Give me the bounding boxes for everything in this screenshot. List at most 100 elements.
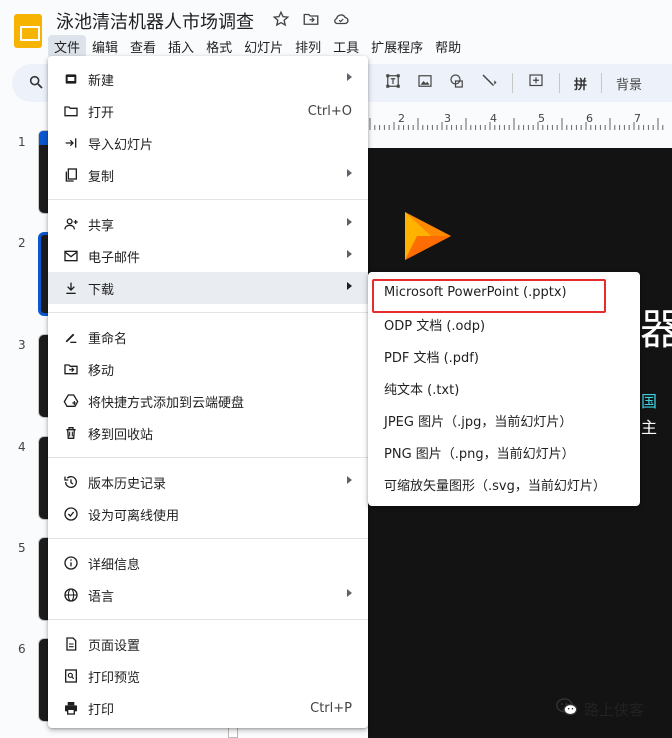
menu-insert[interactable]: 插入 <box>162 35 200 58</box>
download-pdf-option[interactable]: PDF 文档 (.pdf) <box>368 340 640 372</box>
person-add-icon <box>62 215 80 233</box>
menu-item-page-setup[interactable]: 页面设置 <box>48 628 368 660</box>
slides-logo[interactable] <box>14 14 42 48</box>
print-preview-icon <box>62 667 80 685</box>
slide-number: 1 <box>18 135 26 149</box>
line-icon[interactable] <box>480 72 498 94</box>
menu-item-print-preview[interactable]: 打印预览 <box>48 660 368 692</box>
submenu-arrow-icon <box>347 282 352 290</box>
wechat-icon <box>556 697 578 721</box>
menu-item-share[interactable]: 共享 <box>48 208 368 240</box>
input-tools-button[interactable]: 拼 <box>574 74 587 93</box>
menu-item-copy[interactable]: 复制 <box>48 159 368 191</box>
horizontal-ruler: 2 3 4 5 6 7 <box>368 110 672 132</box>
menu-divider <box>48 619 368 620</box>
menu-extensions[interactable]: 扩展程序 <box>365 35 429 58</box>
download-png-option[interactable]: PNG 图片（.png，当前幻灯片） <box>368 436 640 468</box>
folder-icon <box>62 102 80 120</box>
slide-number: 4 <box>18 440 26 454</box>
menu-item-language[interactable]: 语言 <box>48 579 368 611</box>
import-icon <box>62 134 80 152</box>
print-icon <box>62 699 80 717</box>
menu-divider <box>48 538 368 539</box>
submenu-arrow-icon <box>347 589 352 597</box>
slide-text-fragment: 主 <box>641 418 658 437</box>
menu-item-label: 移动 <box>88 363 115 379</box>
menu-item-label: 语言 <box>88 589 115 605</box>
slide-number: 3 <box>18 338 26 352</box>
menu-slide[interactable]: 幻灯片 <box>238 35 289 58</box>
menu-item-details[interactable]: 详细信息 <box>48 547 368 579</box>
menu-help[interactable]: 帮助 <box>429 35 467 58</box>
ruler-label: 6 <box>586 112 593 125</box>
globe-icon <box>62 586 80 604</box>
download-odp-option[interactable]: ODP 文档 (.odp) <box>368 308 640 340</box>
menu-item-label: 电子邮件 <box>88 250 141 266</box>
move-icon <box>62 360 80 378</box>
menu-item-email[interactable]: 电子邮件 <box>48 240 368 272</box>
menu-item-label: 移到回收站 <box>88 427 154 443</box>
slide-number: 2 <box>18 236 26 250</box>
menu-item-move[interactable]: 移动 <box>48 353 368 385</box>
file-menu-dropdown: 新建 打开 Ctrl+O 导入幻灯片 复制 共享 电子邮件 下载 重命名 移动 <box>48 56 368 728</box>
shortcut-label: Ctrl+P <box>310 700 352 716</box>
menu-item-open[interactable]: 打开 Ctrl+O <box>48 95 368 127</box>
menu-format[interactable]: 格式 <box>200 35 238 58</box>
menu-tools[interactable]: 工具 <box>327 35 365 58</box>
menu-item-label: 复制 <box>88 169 115 185</box>
menu-file[interactable]: 文件 <box>48 35 87 58</box>
menu-item-add-shortcut[interactable]: 将快捷方式添加到云端硬盘 <box>48 385 368 417</box>
menu-item-print[interactable]: 打印 Ctrl+P <box>48 692 368 724</box>
submenu-arrow-icon <box>347 169 352 177</box>
ruler-label: 4 <box>490 112 497 125</box>
menu-item-offline[interactable]: 设为可离线使用 <box>48 498 368 530</box>
menu-arrange[interactable]: 排列 <box>289 35 327 58</box>
document-title[interactable]: 泳池清洁机器人市场调查 <box>56 8 254 34</box>
menu-item-trash[interactable]: 移到回收站 <box>48 417 368 449</box>
shape-icon[interactable] <box>448 72 466 94</box>
slide-number: 5 <box>18 541 26 555</box>
shortcut-label: Ctrl+O <box>307 103 352 119</box>
ruler-label: 3 <box>444 112 451 125</box>
menu-item-label: 共享 <box>88 218 115 234</box>
menu-item-version-history[interactable]: 版本历史记录 <box>48 466 368 498</box>
menu-item-rename[interactable]: 重命名 <box>48 321 368 353</box>
info-icon <box>62 554 80 572</box>
menu-divider <box>48 199 368 200</box>
image-icon[interactable] <box>416 72 434 94</box>
download-icon <box>62 279 80 297</box>
search-icon[interactable] <box>28 74 44 94</box>
menu-item-label: 导入幻灯片 <box>88 137 154 153</box>
menu-divider <box>48 457 368 458</box>
menu-item-new[interactable]: 新建 <box>48 63 368 95</box>
move-folder-icon[interactable] <box>302 10 320 32</box>
slide-text-fragment: 国 <box>641 392 658 411</box>
menu-item-label: 打印预览 <box>88 670 141 686</box>
trash-icon <box>62 424 80 442</box>
menu-item-label: 设为可离线使用 <box>88 508 180 524</box>
download-svg-option[interactable]: 可缩放矢量图形（.svg，当前幻灯片） <box>368 468 640 500</box>
mail-icon <box>62 247 80 265</box>
slide-title-fragment: 器 <box>640 305 672 354</box>
download-txt-option[interactable]: 纯文本 (.txt) <box>368 372 640 404</box>
cloud-status-icon[interactable] <box>332 10 350 32</box>
slide-number: 6 <box>18 642 26 656</box>
text-box-icon[interactable] <box>384 72 402 94</box>
add-comment-icon[interactable] <box>527 72 545 94</box>
background-button[interactable]: 背景 <box>616 74 642 93</box>
star-icon[interactable] <box>272 10 290 32</box>
menu-bar: 文件 编辑 查看 插入 格式 幻灯片 排列 工具 扩展程序 帮助 <box>48 35 467 58</box>
new-slides-icon <box>62 70 80 88</box>
menu-item-label: 新建 <box>88 73 115 89</box>
menu-view[interactable]: 查看 <box>124 35 162 58</box>
menu-divider <box>48 312 368 313</box>
menu-item-label: 重命名 <box>88 331 128 347</box>
menu-item-label: 将快捷方式添加到云端硬盘 <box>88 395 245 411</box>
download-pptx-option[interactable]: Microsoft PowerPoint (.pptx) <box>368 276 640 313</box>
menu-item-download[interactable]: 下载 <box>48 272 368 304</box>
menu-item-import-slides[interactable]: 导入幻灯片 <box>48 127 368 159</box>
history-icon <box>62 473 80 491</box>
download-jpg-option[interactable]: JPEG 图片（.jpg，当前幻灯片） <box>368 404 640 436</box>
menu-edit[interactable]: 编辑 <box>86 35 124 58</box>
menu-item-label: 打开 <box>88 105 115 121</box>
